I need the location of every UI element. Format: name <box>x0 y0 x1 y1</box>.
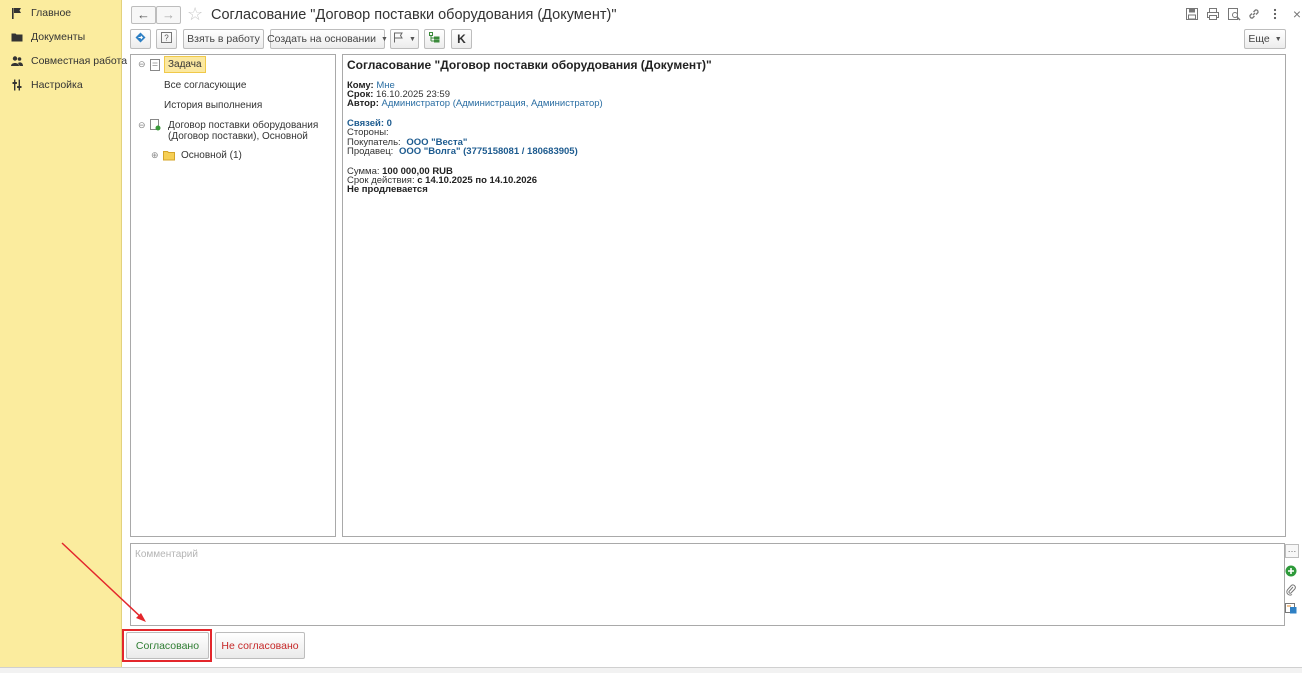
task-tree-panel: ⊖ Задача Все согласующие История выполне… <box>130 54 336 537</box>
content-title: Согласование "Договор поставки оборудова… <box>347 58 712 72</box>
tree-item-all-approvers[interactable]: Все согласующие <box>164 80 246 91</box>
tree-item-history[interactable]: История выполнения <box>164 100 262 111</box>
chevron-down-icon: ▼ <box>381 35 388 43</box>
annotation-arrow <box>61 542 146 622</box>
favorite-star-icon[interactable]: ☆ <box>187 4 203 25</box>
chevron-down-icon: ▼ <box>409 35 416 43</box>
seller-label: Продавец: <box>347 146 394 157</box>
close-icon[interactable]: × <box>1289 6 1302 22</box>
sidebar-item-label: Документы <box>31 31 86 43</box>
k-button[interactable]: K <box>451 29 472 49</box>
tree-item-main-folder[interactable]: Основной (1) <box>181 150 242 161</box>
tree-item-contract[interactable]: Договор поставки оборудования (Договор п… <box>168 120 318 142</box>
help-button[interactable]: ? <box>156 29 177 49</box>
task-content-panel: Согласование "Договор поставки оборудова… <box>342 54 1286 537</box>
take-to-work-button[interactable]: Взять в работу <box>183 29 264 49</box>
sidebar-item-settings[interactable]: Настройка <box>0 74 122 96</box>
template-icon[interactable] <box>1285 602 1299 616</box>
sidebar-item-documents[interactable]: Документы <box>0 26 122 48</box>
status-bar <box>0 667 1302 673</box>
renewal-status: Не продлевается <box>347 184 428 195</box>
comment-input[interactable] <box>130 543 1285 626</box>
seller-link[interactable]: ООО "Волга" (3775158081 / 180683905) <box>399 146 578 157</box>
paperclip-icon[interactable] <box>1285 584 1299 598</box>
task-document-icon <box>150 59 160 74</box>
tree-item-task[interactable]: Задача <box>164 56 206 73</box>
structure-button[interactable] <box>424 29 445 49</box>
go-to-button[interactable] <box>130 29 151 49</box>
arrow-right-icon: → <box>162 7 175 22</box>
back-button[interactable]: ← <box>131 6 156 24</box>
help-icon: ? <box>161 32 172 46</box>
period-value: с 14.10.2025 по 14.10.2026 <box>417 175 538 186</box>
sidebar-item-collaboration[interactable]: Совместная работа <box>0 50 127 72</box>
save-icon[interactable] <box>1185 7 1201 23</box>
title-bar: ← → ☆ Согласование "Договор поставки обо… <box>123 0 1302 30</box>
users-icon <box>11 55 23 67</box>
flag-dropdown-button[interactable]: ▼ <box>390 29 419 49</box>
reject-button[interactable]: Не согласовано <box>215 632 305 659</box>
author-link[interactable]: Администратор (Администрация, Администра… <box>382 98 603 109</box>
forward-button[interactable]: → <box>156 6 181 24</box>
folder-icon <box>163 150 175 164</box>
contract-line-1: Договор поставки оборудования <box>168 120 319 131</box>
folder-icon <box>11 31 23 43</box>
comment-select-button[interactable]: … <box>1285 544 1299 558</box>
sidebar-item-label: Главное <box>31 7 72 19</box>
link-icon[interactable] <box>1247 7 1263 23</box>
more-icon[interactable] <box>1268 7 1284 23</box>
contract-document-icon <box>150 119 161 134</box>
seller-row: Продавец: ООО "Волга" (3775158081 / 1806… <box>347 147 578 157</box>
approve-button[interactable]: Согласовано <box>126 632 209 659</box>
more-menu-button[interactable]: Еще ▼ <box>1244 29 1286 49</box>
print-icon[interactable] <box>1206 7 1222 23</box>
collapse-icon[interactable]: ⊖ <box>138 59 146 70</box>
toolbar: ? Взять в работу Создать на основании ▼ ▼… <box>130 29 1302 49</box>
tree-structure-icon <box>429 32 440 46</box>
arrow-left-icon: ← <box>137 7 150 22</box>
preview-icon[interactable] <box>1227 7 1243 23</box>
create-based-on-button[interactable]: Создать на основании ▼ <box>267 29 388 49</box>
sidebar-item-main[interactable]: Главное <box>0 2 122 24</box>
flag-outline-icon <box>393 32 404 46</box>
k-letter-icon: K <box>457 32 466 46</box>
settings-icon <box>11 79 23 91</box>
app-window: Главное Документы Совместная работа Наст… <box>0 0 1302 673</box>
flag-icon <box>11 7 23 19</box>
add-icon[interactable] <box>1285 565 1299 579</box>
create-based-on-label: Создать на основании <box>267 33 376 45</box>
author-row: Автор: Администратор (Администрация, Адм… <box>347 99 603 109</box>
sidebar-item-label: Настройка <box>31 79 83 91</box>
page-title: Согласование "Договор поставки оборудова… <box>211 7 617 23</box>
sidebar-item-label: Совместная работа <box>31 55 128 67</box>
author-label: Автор: <box>347 98 379 109</box>
chevron-down-icon: ▼ <box>1274 35 1282 43</box>
diamond-arrow-icon <box>135 32 146 46</box>
more-menu-label: Еще <box>1248 33 1270 45</box>
collapse-icon[interactable]: ⊖ <box>138 120 146 131</box>
expand-icon[interactable]: ⊕ <box>151 150 159 161</box>
svg-text:?: ? <box>164 34 169 43</box>
contract-line-2: (Договор поставки), Основной <box>168 131 308 142</box>
